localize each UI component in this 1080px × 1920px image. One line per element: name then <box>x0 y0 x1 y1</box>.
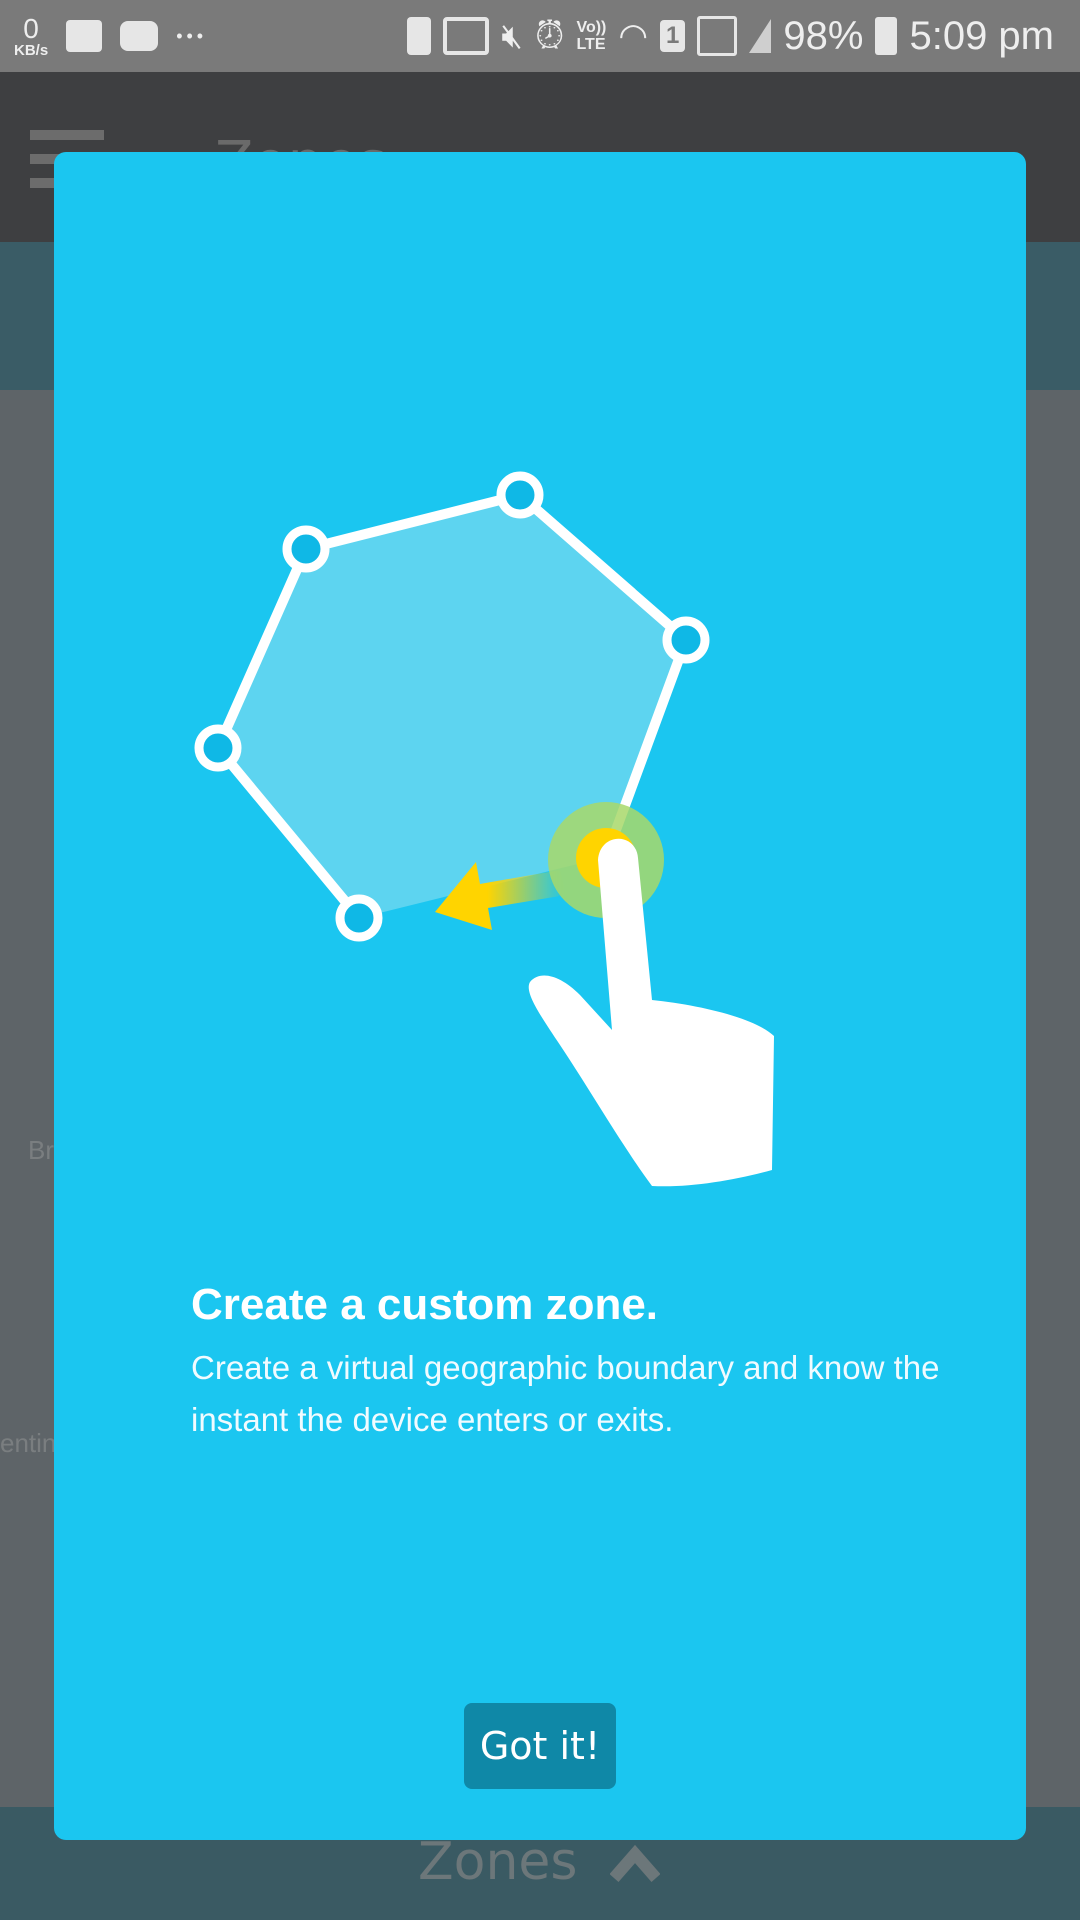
vibrate-icon: 🔇︎ <box>501 16 523 55</box>
battery-saver-icon <box>407 17 432 55</box>
image-icon <box>66 20 103 52</box>
alarm-icon: ⏰︎ <box>534 14 565 57</box>
net-speed-value: 0 <box>23 12 39 44</box>
status-bar: 0 KB/s ••• 🔇︎ ⏰︎ Vo)) LTE ◠ 1 98% 5:09 p… <box>0 0 1080 72</box>
signal-icon <box>697 16 738 56</box>
wifi-icon: ◠ <box>618 17 649 55</box>
map-label: Br <box>28 1135 54 1165</box>
battery-icon <box>875 17 898 55</box>
more-notifications-icon: ••• <box>176 25 208 46</box>
onboarding-dialog <box>54 152 1026 1840</box>
chevron-up-icon[interactable] <box>610 1842 660 1882</box>
got-it-button[interactable]: Got it! <box>464 1703 616 1789</box>
dialog-description: Create a virtual geographic boundary and… <box>191 1349 940 1438</box>
sim-icon: 1 <box>660 20 686 52</box>
map-label: entin <box>0 1428 57 1458</box>
clock: 5:09 pm <box>909 13 1054 58</box>
youtube-icon <box>120 21 159 51</box>
bottom-sheet-title: Zones <box>418 1832 578 1892</box>
cast-icon <box>443 17 490 55</box>
lte-label: LTE <box>576 36 606 53</box>
dialog-title: Create a custom zone. <box>191 1280 659 1329</box>
network-speed: 0 KB/s <box>14 12 49 59</box>
volte-label: Vo)) <box>576 19 607 36</box>
signal-2-icon <box>749 19 772 53</box>
volte-icon: Vo)) LTE <box>576 19 606 53</box>
battery-percent: 98% <box>783 13 864 58</box>
net-speed-unit: KB/s <box>14 41 49 59</box>
